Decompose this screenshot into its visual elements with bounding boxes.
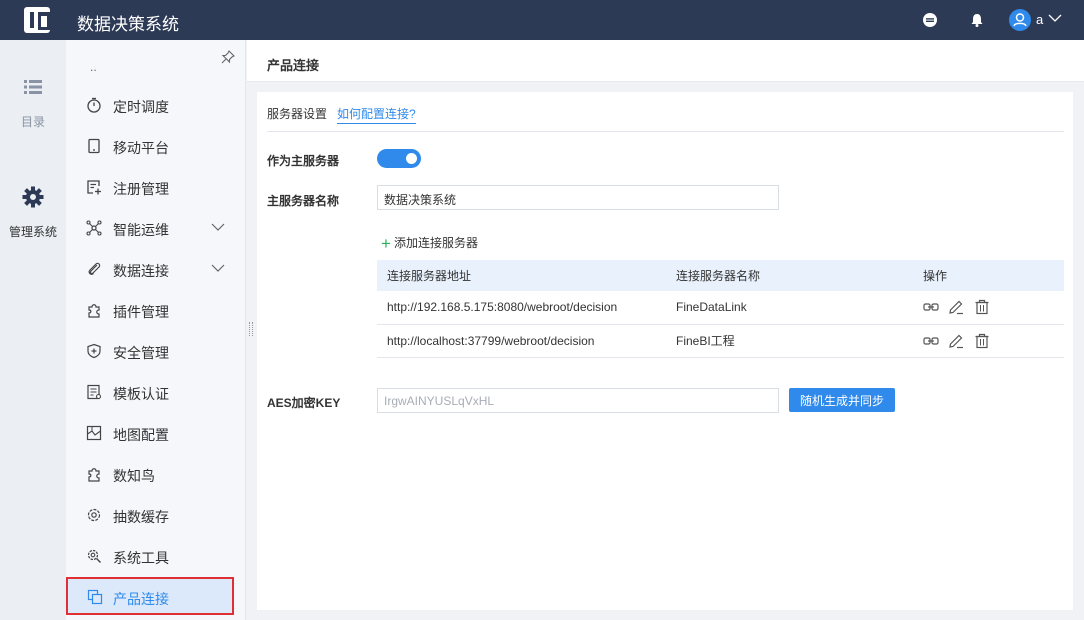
sidebar-item-system-tools[interactable]: 系统工具	[66, 537, 234, 575]
delete-icon[interactable]	[974, 333, 990, 349]
sidebar-item-template-auth[interactable]: 模板认证	[66, 373, 234, 411]
sidebar-item-label: 注册管理	[113, 181, 169, 197]
puzzle-icon	[88, 468, 100, 482]
plus-icon: +	[381, 234, 391, 253]
page-title: 产品连接	[267, 58, 320, 73]
server-settings-label: 服务器设置	[267, 107, 328, 121]
as-main-server-toggle[interactable]	[377, 149, 421, 168]
sidebar-item-security[interactable]: 安全管理	[66, 332, 234, 370]
column-header-address: 连接服务器地址	[377, 260, 666, 291]
aes-key-label: AES加密KEY	[267, 396, 341, 410]
sidebar-item-register[interactable]: 注册管理	[66, 168, 234, 206]
sidebar-item-label: 抽数缓存	[113, 509, 169, 525]
shield-icon	[87, 343, 101, 359]
main-server-name-input[interactable]: 数据决策系统	[377, 185, 779, 210]
user-name[interactable]: a	[1036, 12, 1043, 27]
sidebar-item-data-connection[interactable]: 数据连接	[66, 250, 234, 288]
gear-icon	[22, 186, 44, 208]
table-row: http://localhost:37799/webroot/decision …	[377, 324, 1064, 358]
rail-item-admin[interactable]: 管理系统	[0, 186, 66, 240]
rail-item-directory[interactable]: 目录	[0, 78, 66, 130]
sidebar-item-product-connection[interactable]: 产品连接	[66, 577, 234, 615]
puzzle-icon	[88, 304, 100, 318]
link-icon[interactable]	[923, 333, 939, 349]
sidebar-item-scheduler[interactable]: 定时调度	[66, 86, 234, 124]
table-row: http://192.168.5.175:8080/webroot/decisi…	[377, 291, 1064, 325]
sidebar-item-shuzhiniao[interactable]: 数知鸟	[66, 455, 234, 493]
server-name-cell: FineDataLink	[666, 291, 913, 325]
column-header-name: 连接服务器名称	[666, 260, 913, 291]
rail-label: 管理系统	[8, 225, 57, 239]
server-table: 连接服务器地址 连接服务器名称 操作 http://192.168.5.175:…	[377, 260, 1064, 358]
bell-icon[interactable]	[969, 12, 985, 28]
stopwatch-icon	[87, 97, 101, 113]
sidebar-item-plugins[interactable]: 插件管理	[66, 291, 234, 329]
paperclip-icon	[88, 262, 101, 275]
network-icon	[86, 220, 102, 236]
sidebar-item-map[interactable]: 地图配置	[66, 414, 234, 452]
server-address-cell: http://192.168.5.175:8080/webroot/decisi…	[377, 291, 666, 325]
aes-key-input[interactable]: IrgwAINYUSLqVxHL	[377, 388, 779, 413]
sidebar-item-label: 系统工具	[113, 550, 169, 566]
app-title: 数据决策系统	[77, 15, 179, 34]
sidebar-item-label: 插件管理	[113, 304, 169, 320]
sidebar-item-label: 数据连接	[113, 263, 169, 279]
sidebar-item-mobile[interactable]: 移动平台	[66, 127, 234, 165]
help-link[interactable]: 如何配置连接?	[337, 105, 416, 124]
minus-circle-icon[interactable]	[922, 12, 938, 28]
register-icon	[87, 180, 101, 195]
page-header: 产品连接	[247, 40, 1084, 82]
copy-icon	[87, 589, 103, 605]
sidebar-item-label: 产品连接	[113, 591, 169, 607]
server-address-cell: http://localhost:37799/webroot/decision	[377, 324, 666, 358]
sidebar-item-label: 智能运维	[113, 222, 169, 238]
server-name-cell: FineBI工程	[666, 324, 913, 358]
edit-icon[interactable]	[948, 333, 964, 349]
sidebar-item-label: 模板认证	[113, 386, 169, 402]
table-header-row: 连接服务器地址 连接服务器名称 操作	[377, 260, 1064, 291]
list-icon	[24, 80, 42, 94]
actions-cell	[913, 324, 1064, 358]
column-header-actions: 操作	[913, 260, 1064, 291]
sidebar: .. 定时调度 移动平台 注册管理 智能运维 数据连接 插件管理 安全管理 模板…	[66, 40, 246, 620]
tools-icon	[87, 549, 101, 563]
delete-icon[interactable]	[974, 299, 990, 315]
sidebar-item-label: 安全管理	[113, 345, 169, 361]
map-icon	[86, 425, 102, 441]
sidebar-item-ops[interactable]: 智能运维	[66, 209, 234, 247]
sidebar-item-extract-cache[interactable]: 抽数缓存	[66, 496, 234, 534]
template-icon	[87, 384, 102, 400]
logo-icon[interactable]	[24, 7, 50, 33]
edit-icon[interactable]	[948, 299, 964, 315]
top-bar: 数据决策系统 a	[0, 0, 1084, 40]
generate-sync-button[interactable]: 随机生成并同步	[789, 388, 895, 412]
as-main-server-label: 作为主服务器	[267, 154, 340, 168]
gear-outline-icon	[87, 508, 101, 522]
add-server-label: 添加连接服务器	[393, 236, 478, 250]
sidebar-item-label: 数知鸟	[113, 468, 155, 484]
chevron-down-icon[interactable]	[1048, 13, 1062, 23]
sidebar-item-label: 定时调度	[113, 99, 169, 115]
divider	[267, 131, 1064, 132]
sidebar-item-label: 地图配置	[113, 427, 169, 443]
link-icon[interactable]	[923, 299, 939, 315]
sidebar-resize-handle[interactable]	[249, 322, 253, 336]
left-rail: 目录 管理系统	[0, 40, 66, 620]
add-server-button[interactable]: + 添加连接服务器	[381, 232, 478, 253]
tablet-icon	[88, 138, 100, 154]
product-connection-panel: 服务器设置 如何配置连接? 作为主服务器 主服务器名称 数据决策系统 + 添加连接…	[257, 92, 1073, 610]
chevron-down-icon	[211, 223, 225, 231]
pin-icon[interactable]	[221, 50, 235, 64]
main-server-name-label: 主服务器名称	[267, 194, 340, 208]
avatar[interactable]	[1009, 9, 1031, 31]
rail-label: 目录	[20, 115, 45, 129]
actions-cell	[913, 291, 1064, 325]
user-icon	[1013, 13, 1027, 27]
sidebar-overflow-text: ..	[90, 60, 97, 74]
sidebar-item-label: 移动平台	[113, 140, 169, 156]
chevron-down-icon	[211, 264, 225, 272]
